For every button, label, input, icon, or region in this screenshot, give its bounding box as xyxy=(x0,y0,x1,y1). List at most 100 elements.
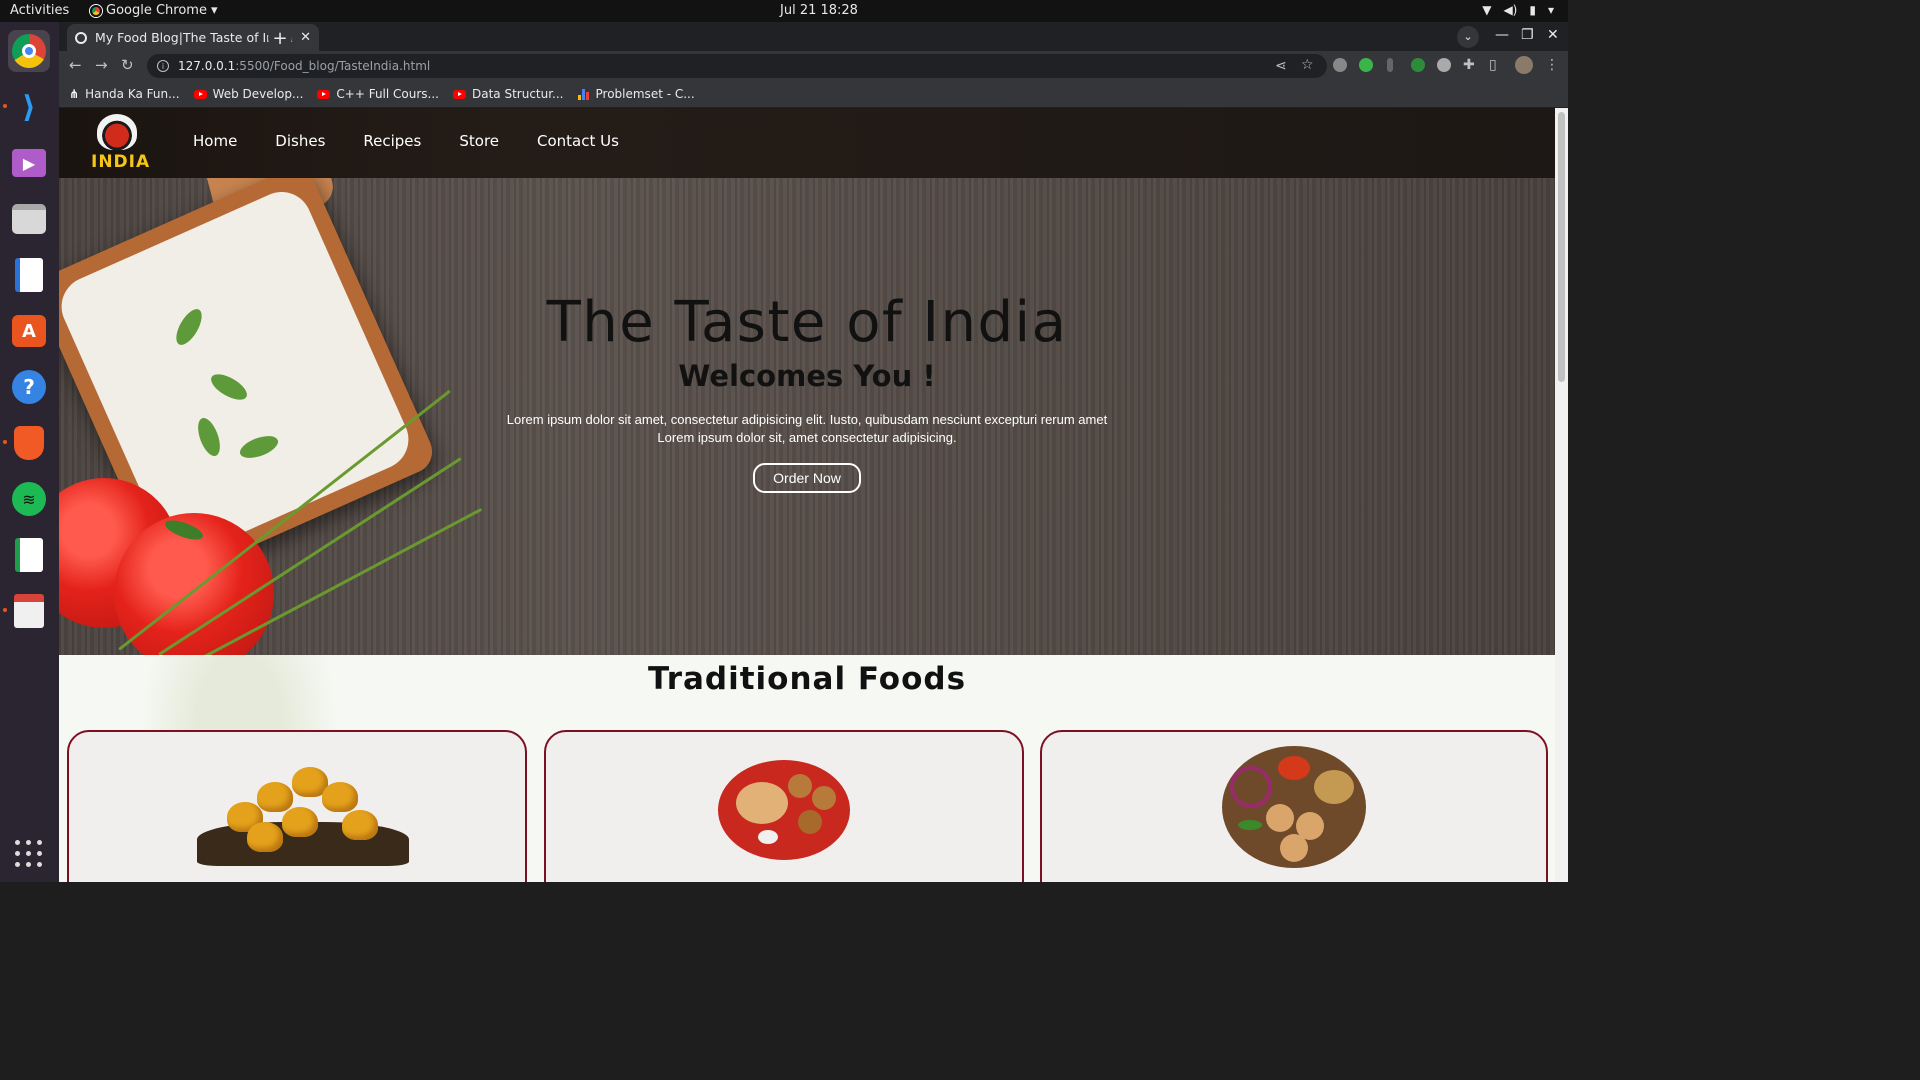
app-menu-label: Google Chrome xyxy=(106,3,207,18)
bookmark-item[interactable]: Data Structur... xyxy=(452,87,564,101)
share-icon[interactable]: ⋖ xyxy=(1275,58,1287,74)
spotify-icon: ≋ xyxy=(12,482,46,516)
hero-subtitle: Welcomes You ! xyxy=(678,359,936,393)
star-icon[interactable]: ☆ xyxy=(1301,57,1314,73)
onion-ring-decoration xyxy=(1230,766,1272,808)
reload-icon[interactable]: ↻ xyxy=(121,56,134,74)
running-indicator xyxy=(3,104,7,108)
dock-chrome[interactable] xyxy=(8,30,50,72)
page-scrollbar[interactable] xyxy=(1555,108,1568,882)
food-image-plate xyxy=(718,760,850,860)
extension-settings-icon[interactable] xyxy=(1437,58,1451,72)
dock-software[interactable]: A xyxy=(8,310,50,352)
samosa-decoration xyxy=(282,807,318,837)
nav-link-dishes[interactable]: Dishes xyxy=(275,132,325,150)
show-apps-icon[interactable] xyxy=(15,840,43,868)
bookmark-label: Web Develop... xyxy=(212,87,304,101)
dock-help[interactable]: ? xyxy=(8,366,50,408)
app-menu[interactable]: Google Chrome ▾ xyxy=(90,3,218,18)
address-bar[interactable]: i 127.0.0.1:5500/Food_blog/TasteIndia.ht… xyxy=(147,54,1327,78)
chutney-decoration xyxy=(1278,756,1310,780)
url-host: 127.0.0.1 xyxy=(178,59,236,73)
bookmark-item[interactable]: C++ Full Cours... xyxy=(317,87,439,101)
close-icon[interactable]: ✕ xyxy=(300,30,311,45)
web-page: INDIA Home Dishes Recipes Store Contact … xyxy=(59,108,1555,882)
dock-document-viewer[interactable] xyxy=(8,590,50,632)
hero-title: The Taste of India xyxy=(546,290,1068,355)
bookmark-item[interactable]: ⋔ Handa Ka Fun... xyxy=(69,87,180,101)
bar-chart-icon xyxy=(577,88,590,100)
order-now-button[interactable]: Order Now xyxy=(753,463,861,493)
youtube-icon xyxy=(317,89,331,99)
nav-link-store[interactable]: Store xyxy=(459,132,499,150)
forward-icon[interactable]: → xyxy=(95,56,108,74)
play-icon: ▶ xyxy=(12,149,46,177)
clock[interactable]: Jul 21 18:28 xyxy=(780,3,858,18)
dock: ⟩ ▶ A ? ≋ xyxy=(0,22,59,882)
back-icon[interactable]: ← xyxy=(69,56,82,74)
hero-text-line-1: Lorem ipsum dolor sit amet, consectetur … xyxy=(506,412,1108,427)
food-image-platter xyxy=(1222,746,1366,868)
hero-description: Lorem ipsum dolor sit amet, consectetur … xyxy=(59,411,1555,447)
onion-decoration xyxy=(758,830,778,844)
dock-vscode[interactable]: ⟩ xyxy=(8,86,50,128)
bookmark-item[interactable]: Web Develop... xyxy=(193,87,304,101)
bookmarks-bar: ⋔ Handa Ka Fun... Web Develop... C++ Ful… xyxy=(59,81,1568,108)
browser-window: My Food Blog|The Taste of India ✕ + ⌄ — … xyxy=(59,22,1568,108)
bookmark-label: Problemset - C... xyxy=(595,87,695,101)
nav-link-contact-us[interactable]: Contact Us xyxy=(537,132,619,150)
nav-link-home[interactable]: Home xyxy=(193,132,237,150)
dock-spotify[interactable]: ≋ xyxy=(8,478,50,520)
restore-icon[interactable]: ❐ xyxy=(1521,27,1534,43)
minimize-icon[interactable]: — xyxy=(1495,27,1509,43)
new-tab-button[interactable]: + xyxy=(268,26,292,50)
extension-plus-icon[interactable] xyxy=(1359,58,1373,72)
traditional-foods-section: Traditional Foods xyxy=(59,655,1555,882)
system-top-bar: Activities Google Chrome ▾ Jul 21 18:28 … xyxy=(0,0,1568,22)
chevron-down-icon: ▾ xyxy=(1547,3,1554,17)
brave-icon xyxy=(14,426,44,460)
help-icon: ? xyxy=(12,370,46,404)
puzzle-icon[interactable]: ✚ xyxy=(1463,57,1475,73)
logo-emblem-icon xyxy=(97,114,137,150)
extension-gear-icon[interactable] xyxy=(1333,58,1347,72)
menu-icon[interactable]: ⋮ xyxy=(1545,57,1559,73)
profile-avatar[interactable] xyxy=(1515,56,1533,74)
info-icon[interactable]: i xyxy=(157,60,169,72)
hero-content: The Taste of India Welcomes You ! Lorem … xyxy=(59,290,1555,493)
side-panel-icon[interactable]: ▯ xyxy=(1489,57,1497,73)
system-tray[interactable]: ▼ ◀) ▮ ▾ xyxy=(1482,3,1554,17)
extension-tree-icon[interactable] xyxy=(1411,58,1425,72)
extension-bulb-icon[interactable] xyxy=(1387,58,1393,72)
dock-writer[interactable] xyxy=(8,254,50,296)
section-title: Traditional Foods xyxy=(647,661,967,697)
close-window-icon[interactable]: ✕ xyxy=(1547,27,1559,43)
bookmark-item[interactable]: Problemset - C... xyxy=(577,87,695,101)
scrollbar-thumb[interactable] xyxy=(1558,112,1565,382)
bookmark-label: Handa Ka Fun... xyxy=(85,87,180,101)
food-card[interactable] xyxy=(544,730,1024,882)
dock-files[interactable] xyxy=(8,198,50,240)
samosa-decoration xyxy=(342,810,378,840)
logo-text: INDIA xyxy=(91,152,151,172)
nav-link-recipes[interactable]: Recipes xyxy=(363,132,421,150)
youtube-icon xyxy=(452,89,466,99)
dock-calc[interactable] xyxy=(8,534,50,576)
food-card[interactable] xyxy=(67,730,527,882)
activities-button[interactable]: Activities xyxy=(10,3,69,18)
samosa-decoration xyxy=(257,782,293,812)
samosa-decoration xyxy=(322,782,358,812)
dock-brave[interactable] xyxy=(8,422,50,464)
dock-media-player[interactable]: ▶ xyxy=(8,142,50,184)
hero-text-line-2: Lorem ipsum dolor sit, amet consectetur … xyxy=(657,430,957,445)
ball-decoration xyxy=(1266,804,1294,832)
bookmark-label: C++ Full Cours... xyxy=(336,87,439,101)
spice-decoration xyxy=(1314,770,1354,804)
chrome-icon xyxy=(90,4,102,17)
bookmark-label: Data Structur... xyxy=(471,87,564,101)
food-card[interactable] xyxy=(1040,730,1548,882)
site-logo[interactable]: INDIA xyxy=(91,114,151,172)
tab-search-icon[interactable]: ⌄ xyxy=(1457,26,1479,48)
ball-decoration xyxy=(788,774,812,798)
running-indicator xyxy=(3,440,7,444)
